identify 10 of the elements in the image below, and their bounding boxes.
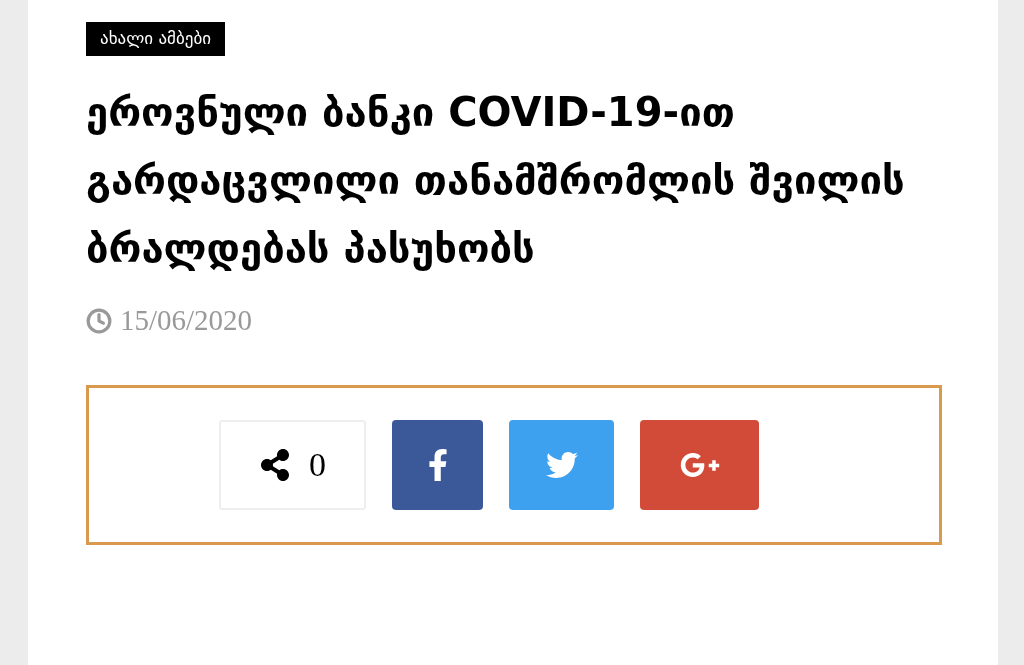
- share-icon: [259, 449, 291, 481]
- googleplus-share-button[interactable]: [640, 420, 759, 510]
- headline: ეროვნული ბანკი COVID-19-ით გარდაცვლილი თანამშრომლის შვილის ბრალდებას პასუხობს: [86, 88, 906, 273]
- facebook-share-button[interactable]: [392, 420, 483, 510]
- post-date: 15/06/2020: [120, 304, 253, 337]
- category-label[interactable]: ახალი ამბები: [86, 22, 225, 56]
- clock-icon: [86, 307, 112, 334]
- twitter-share-button[interactable]: [509, 420, 614, 510]
- bird-icon: [545, 449, 578, 481]
- share-count: 0: [309, 446, 326, 484]
